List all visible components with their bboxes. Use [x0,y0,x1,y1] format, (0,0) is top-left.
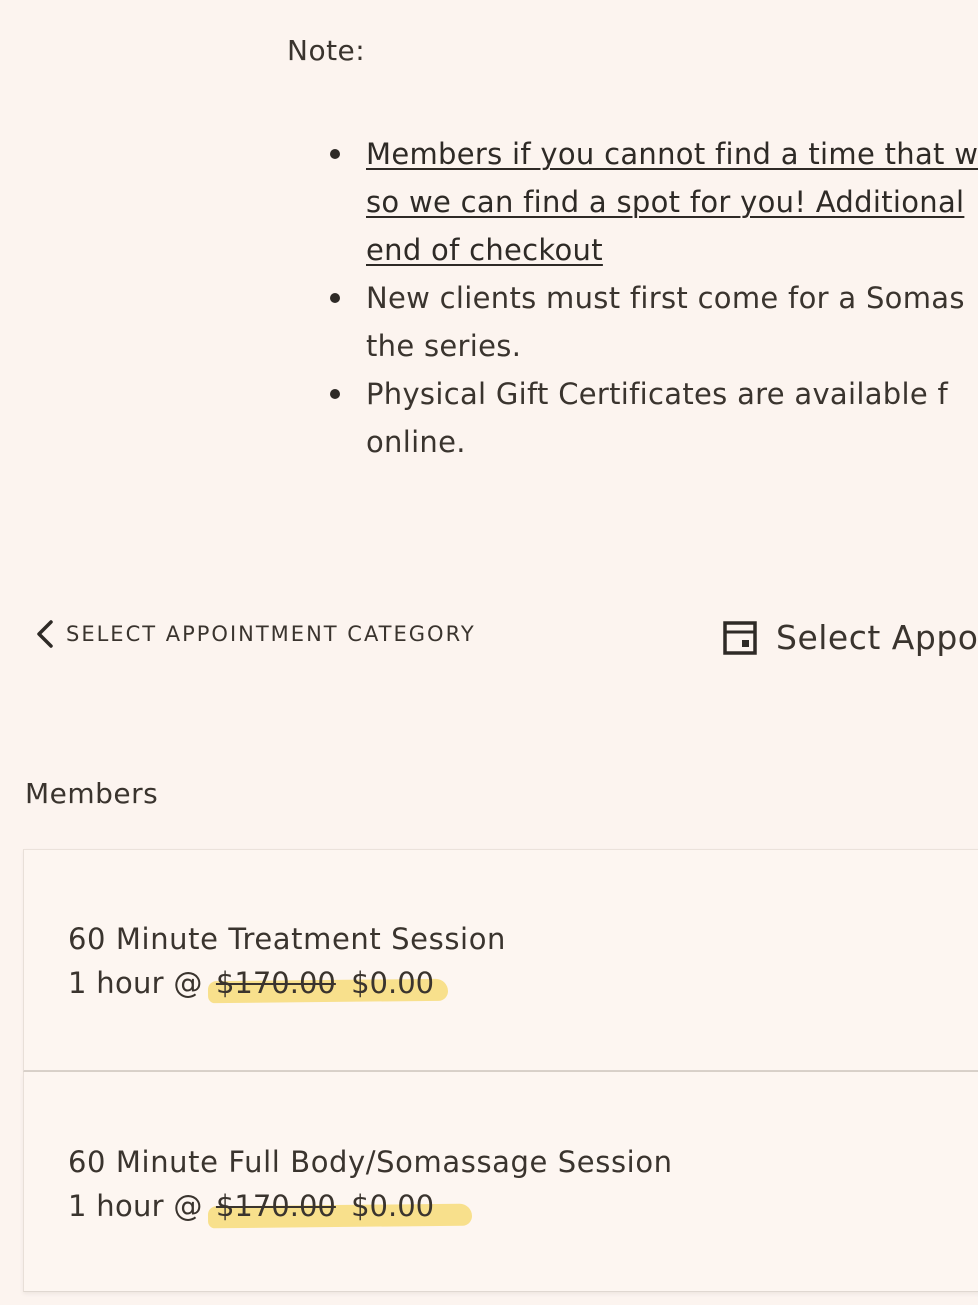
note-line: so we can find a spot for you! Additiona… [366,185,965,219]
note-item-new-clients: New clients must first come for a Somas … [326,274,978,370]
appointment-price-row: 1 hour @ $170.00 $0.00 [68,1189,473,1229]
appointment-duration: 1 hour @ [68,1189,203,1223]
note-item-members[interactable]: Members if you cannot find a time that w… [326,130,978,274]
note-item-gift-certificates: Physical Gift Certificates are available… [326,370,978,466]
bullet-icon [330,389,340,399]
chevron-left-icon [32,618,58,650]
appointment-card[interactable]: 60 Minute Full Body/Somassage Session 1 … [23,1072,978,1292]
select-appointment-title: Select Appo [776,618,978,657]
note-line: the series. [366,329,522,363]
appointment-title: 60 Minute Treatment Session [68,922,507,956]
back-link-label: SELECT APPOINTMENT CATEGORY [66,622,476,646]
note-line: online. [366,425,466,459]
calendar-icon [723,620,757,655]
original-price: $170.00 [215,966,336,1000]
note-label: Note: [287,34,366,67]
appointment-card[interactable]: 60 Minute Treatment Session 1 hour @ $17… [23,849,978,1072]
bullet-icon [330,293,340,303]
note-line: end of checkout [366,233,603,267]
note-line: Members if you cannot find a time that w [366,137,978,171]
original-price: $170.00 [215,1189,336,1223]
select-appointment-category-link[interactable]: SELECT APPOINTMENT CATEGORY [32,618,476,650]
member-price: $0.00 [351,966,435,1000]
note-line: Physical Gift Certificates are available… [366,377,949,411]
booking-page: Note: Members if you cannot find a time … [0,0,978,1305]
member-price: $0.00 [351,1189,435,1223]
section-title-members: Members [25,777,159,810]
members-note-link[interactable]: Members if you cannot find a time that w… [366,130,978,274]
appointment-price-row: 1 hour @ $170.00 $0.00 [68,966,449,1004]
price-highlight-area: $170.00 $0.00 [207,966,449,1004]
appointment-duration: 1 hour @ [68,966,203,1000]
note-line: New clients must first come for a Somas [366,281,965,315]
select-appointment-header: Select Appo [723,618,978,657]
appointment-title: 60 Minute Full Body/Somassage Session [68,1145,673,1179]
note-list: Members if you cannot find a time that w… [326,130,978,466]
price-highlight-area: $170.00 $0.00 [207,1189,473,1229]
bullet-icon [330,149,340,159]
